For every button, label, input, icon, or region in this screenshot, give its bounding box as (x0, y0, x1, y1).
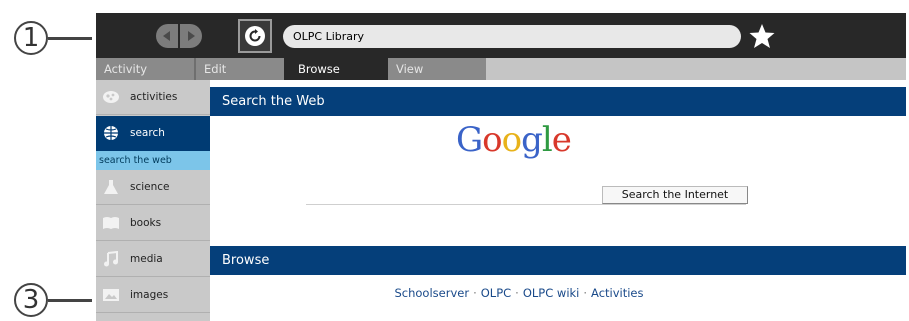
activities-icon (103, 91, 119, 103)
forward-arrow-icon (188, 31, 195, 41)
flask-icon (104, 180, 118, 194)
link-separator: · (473, 286, 477, 300)
back-arrow-icon (163, 31, 170, 41)
tab-edit[interactable]: Edit (194, 58, 284, 80)
activity-tab-bar: Activity Edit Browse View (96, 58, 906, 80)
tab-browse[interactable]: Browse (284, 58, 388, 80)
tab-activity[interactable]: Activity (96, 58, 202, 80)
sidebar-item-activities[interactable]: activities (96, 80, 210, 115)
globe-icon (104, 126, 118, 140)
sidebar-item-media[interactable]: media (96, 242, 210, 277)
reload-icon (249, 29, 261, 42)
sidebar-item-books[interactable]: books (96, 206, 210, 241)
callout-1: 1 (14, 21, 48, 55)
url-field[interactable]: OLPC Library (283, 25, 741, 48)
library-sidebar: activities search search the web science… (96, 80, 210, 321)
sidebar-item-label: search (130, 127, 165, 139)
sidebar-item-label: science (130, 181, 170, 193)
sidebar-item-images[interactable]: images (96, 278, 210, 313)
back-button[interactable] (156, 24, 178, 48)
sidebar-item-label: media (130, 253, 163, 265)
sidebar-item-label: activities (130, 91, 178, 103)
link-olpc-wiki[interactable]: OLPC wiki (523, 286, 580, 300)
link-olpc[interactable]: OLPC (481, 286, 511, 300)
browse-links: Schoolserver · OLPC · OLPC wiki · Activities (210, 286, 828, 300)
picture-icon (103, 289, 119, 301)
music-note-icon (104, 251, 118, 267)
link-activities[interactable]: Activities (591, 286, 643, 300)
reload-button[interactable] (238, 19, 272, 53)
star-icon[interactable] (748, 22, 776, 50)
link-separator: · (515, 286, 519, 300)
sidebar-subitem-search-the-web[interactable]: search the web (96, 151, 210, 170)
link-schoolserver[interactable]: Schoolserver (394, 286, 469, 300)
sidebar-item-label: books (130, 217, 162, 229)
callout-3-line (48, 299, 92, 302)
callout-1-line (48, 37, 92, 40)
sidebar-item-science[interactable]: science (96, 170, 210, 205)
forward-button[interactable] (180, 24, 202, 48)
sidebar-item-label: images (130, 289, 169, 301)
link-separator: · (583, 286, 588, 300)
browse-section-header: Browse (210, 246, 906, 275)
google-logo: Google (456, 120, 572, 160)
book-icon (103, 217, 119, 229)
tab-view[interactable]: View (388, 58, 486, 80)
sidebar-item-search[interactable]: search (96, 116, 210, 151)
browse-activity-window: OLPC Library Activity Edit Browse View a… (96, 13, 906, 321)
library-content: Search the Web Google Search the Interne… (210, 80, 906, 321)
search-internet-button[interactable]: Search the Internet (602, 186, 748, 204)
browse-toolbar: OLPC Library (96, 13, 906, 58)
search-section-header: Search the Web (210, 87, 906, 116)
search-input[interactable] (306, 204, 746, 205)
callout-3: 3 (14, 283, 48, 317)
